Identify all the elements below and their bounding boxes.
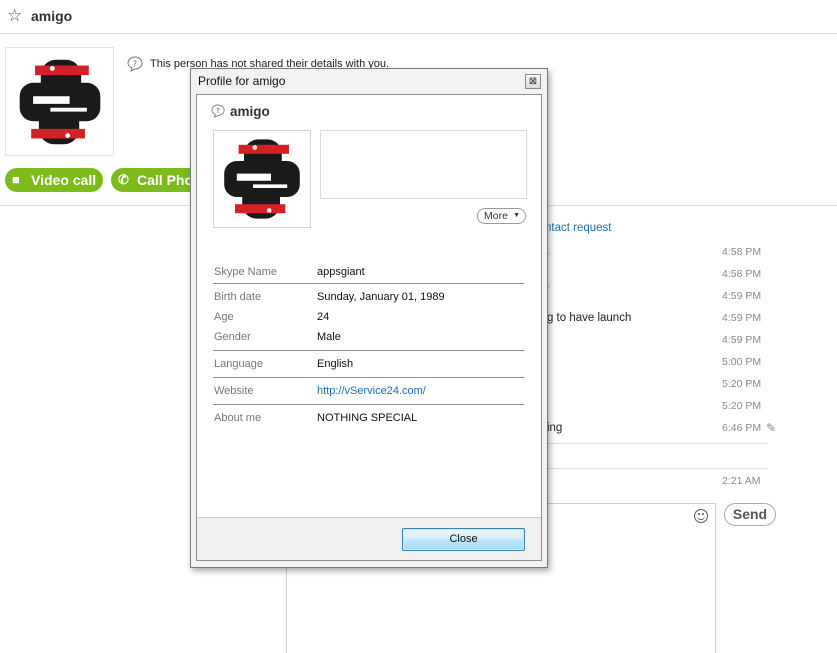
age-value: 24 <box>317 311 330 323</box>
mood-message-box <box>320 130 527 199</box>
message-timestamp: 6:46 PM <box>722 422 762 434</box>
avatar[interactable] <box>5 47 114 156</box>
birth-date-value: Sunday, January 01, 1989 <box>317 291 445 303</box>
message-timestamp: 4:59 PM <box>722 334 762 346</box>
about-me-value: NOTHING SPECIAL <box>317 412 418 424</box>
video-call-button[interactable]: ■ Video call <box>5 168 103 192</box>
svg-text:?: ? <box>216 107 220 115</box>
field-separator <box>213 377 524 378</box>
smiley-icon[interactable] <box>694 509 708 523</box>
message-text-fragment: ing to have launch <box>538 312 632 324</box>
language-label: Language <box>214 358 263 370</box>
phone-icon: ✆ <box>118 172 129 187</box>
field-separator <box>213 350 524 351</box>
video-call-label: Video call <box>31 172 97 188</box>
video-camera-icon: ■ <box>12 172 20 187</box>
website-label: Website <box>214 385 254 397</box>
avatar-logo-icon <box>19 59 101 145</box>
svg-text:?: ? <box>133 60 137 69</box>
call-phone-label: Call Pho <box>137 172 194 188</box>
birth-date-label: Birth date <box>214 291 262 303</box>
message-timestamp: 5:20 PM <box>722 400 762 412</box>
profile-panel: ? amigo More ▼ Skype Name appsgiant Birt… <box>196 94 542 561</box>
chevron-down-icon: ▼ <box>513 212 520 219</box>
info-question-icon: ? <box>211 104 225 118</box>
contact-name[interactable]: amigo <box>31 8 72 24</box>
more-button[interactable]: More ▼ <box>477 208 526 224</box>
dialog-footer: Close <box>197 517 541 560</box>
dialog-title: Profile for amigo <box>198 74 286 88</box>
message-timestamp: 4:59 PM <box>722 312 762 324</box>
age-label: Age <box>214 311 234 323</box>
message-timestamp: 5:20 PM <box>722 378 762 390</box>
message-timestamp: 4:59 PM <box>722 290 762 302</box>
message-timestamp: 4:58 PM <box>722 268 762 280</box>
close-button[interactable]: Close <box>402 528 525 551</box>
profile-avatar <box>213 130 311 228</box>
language-value: English <box>317 358 354 370</box>
message-separator <box>540 443 768 444</box>
compose-border <box>540 503 716 504</box>
field-separator <box>213 283 524 284</box>
skype-name-value: appsgiant <box>317 266 365 278</box>
field-separator <box>213 404 524 405</box>
conversation-header: ☆ amigo <box>0 0 837 34</box>
about-me-label: About me <box>214 412 262 424</box>
message-timestamp: 4:58 PM <box>722 246 762 258</box>
star-icon[interactable]: ☆ <box>7 6 22 26</box>
gender-value: Male <box>317 331 341 343</box>
contact-request-link[interactable]: ntact request <box>545 222 611 234</box>
avatar-logo-icon <box>224 139 300 219</box>
profile-name: amigo <box>230 104 270 119</box>
message-timestamp: 2:21 AM <box>722 475 761 487</box>
info-question-icon: ? <box>127 56 143 72</box>
profile-dialog: Profile for amigo ⊠ ? amigo More ▼ Skype… <box>190 68 548 568</box>
dialog-close-icon[interactable]: ⊠ <box>525 74 541 89</box>
gender-label: Gender <box>214 331 251 343</box>
skype-name-label: Skype Name <box>214 266 277 278</box>
compose-border <box>715 503 716 653</box>
more-label: More <box>484 210 508 222</box>
pencil-icon[interactable]: ✎ <box>766 421 776 435</box>
send-button[interactable]: Send <box>724 503 776 526</box>
website-link[interactable]: http://vService24.com/ <box>317 385 426 397</box>
message-timestamp: 5:00 PM <box>722 356 762 368</box>
message-separator <box>540 468 768 469</box>
